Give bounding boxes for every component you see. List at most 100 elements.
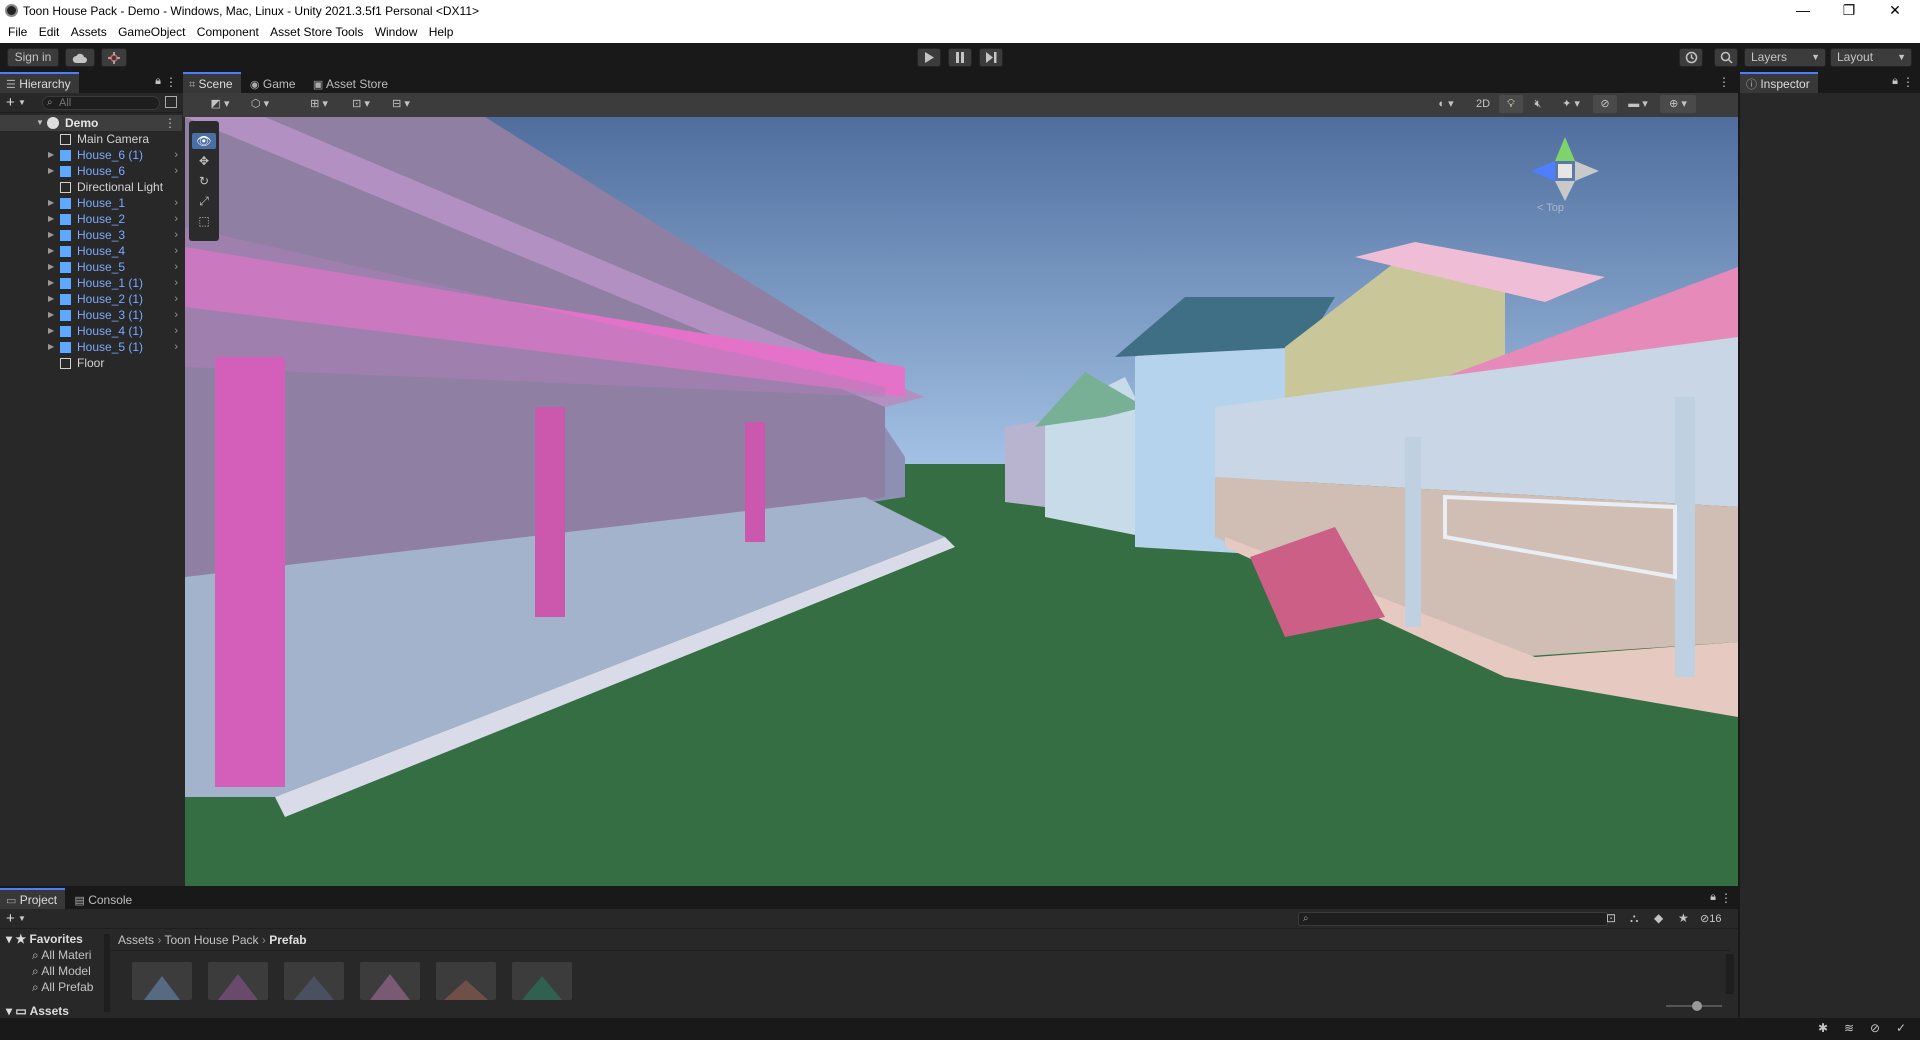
lighting-toggle[interactable]: 💡︎: [1499, 95, 1523, 113]
expand-arrow-icon[interactable]: ▶: [48, 211, 54, 227]
hierarchy-item[interactable]: ▶ House_2 ›: [0, 211, 182, 227]
tab-game[interactable]: ◉ Game: [244, 72, 304, 93]
hidden-packages-toggle[interactable]: ⊘16: [1700, 912, 1721, 925]
menu-help[interactable]: Help: [429, 22, 454, 39]
scene-viewport[interactable]: < Top 👁︎ ✥ ↻ ⤢ ⬚: [185, 117, 1738, 886]
expand-arrow-icon[interactable]: ▶: [48, 195, 54, 211]
menu-asset-store-tools[interactable]: Asset Store Tools: [270, 22, 363, 39]
render-mode-dropdown[interactable]: ⬡ ▾: [243, 95, 277, 113]
hierarchy-item[interactable]: ▶ House_4 ›: [0, 243, 182, 259]
cache-icon[interactable]: ≋: [1844, 1021, 1854, 1035]
tree-scrollbar[interactable]: [104, 934, 110, 1012]
menu-gameobject[interactable]: GameObject: [118, 22, 185, 39]
tab-console[interactable]: ▤ Console: [68, 888, 140, 909]
bug-icon[interactable]: ✱: [1818, 1021, 1828, 1035]
rect-tool-button[interactable]: ⬚: [192, 213, 216, 229]
lock-icon[interactable]: 🔒︎: [155, 75, 161, 88]
gizmo-top-label[interactable]: < Top: [1537, 202, 1564, 214]
lock-icon[interactable]: 🔒︎: [1892, 75, 1898, 88]
effects-dropdown[interactable]: ✦ ▾: [1553, 95, 1589, 113]
hierarchy-item[interactable]: ▶ House_6 (1) ›: [0, 147, 182, 163]
chevron-right-icon[interactable]: ›: [174, 195, 178, 211]
scene-row[interactable]: ▼ Demo ⋮: [0, 115, 182, 131]
check-icon[interactable]: ✓: [1896, 1021, 1906, 1035]
hierarchy-search-input[interactable]: [59, 97, 155, 109]
play-button[interactable]: [917, 48, 941, 67]
move-tool-button[interactable]: ✥: [192, 153, 216, 169]
chevron-right-icon[interactable]: ›: [174, 339, 178, 355]
prefab-thumbnail[interactable]: [512, 962, 572, 1000]
hierarchy-item[interactable]: ▶ House_1 (1) ›: [0, 275, 182, 291]
expand-arrow-icon[interactable]: ▶: [48, 307, 54, 323]
project-search-box[interactable]: ⌕: [1298, 912, 1608, 926]
pause-button[interactable]: [948, 48, 972, 67]
expand-arrow-icon[interactable]: ▼: [36, 115, 44, 131]
hierarchy-item[interactable]: ▶ House_1 ›: [0, 195, 182, 211]
prefab-thumbnail[interactable]: [284, 962, 344, 1000]
lock-icon[interactable]: 🔒︎: [1710, 891, 1716, 904]
tab-asset-store[interactable]: ▣ Asset Store: [307, 72, 396, 93]
minimize-button[interactable]: —: [1780, 0, 1826, 22]
expand-arrow-icon[interactable]: ▶: [48, 339, 54, 355]
add-icon[interactable]: +: [6, 94, 15, 111]
breadcrumb-item[interactable]: Assets: [118, 933, 154, 947]
tab-scene[interactable]: ⌗ Scene: [183, 72, 241, 93]
hierarchy-item[interactable]: ▶ House_3 (1) ›: [0, 307, 182, 323]
close-button[interactable]: ✕: [1872, 0, 1918, 22]
chevron-right-icon[interactable]: ›: [174, 323, 178, 339]
hierarchy-item[interactable]: Main Camera: [0, 131, 182, 147]
breadcrumb-item[interactable]: Toon House Pack: [164, 933, 258, 947]
star-icon[interactable]: ★: [1678, 911, 1689, 925]
search-button[interactable]: [1714, 48, 1738, 67]
assets-header[interactable]: ▾ ▭ Assets: [6, 1004, 69, 1018]
expand-arrow-icon[interactable]: ▶: [48, 291, 54, 307]
hierarchy-item[interactable]: Directional Light: [0, 179, 182, 195]
hierarchy-item[interactable]: Floor: [0, 355, 182, 371]
chevron-right-icon[interactable]: ›: [174, 291, 178, 307]
hierarchy-item[interactable]: ▶ House_5 (1) ›: [0, 339, 182, 355]
audio-toggle[interactable]: 🔇︎: [1526, 95, 1550, 113]
breadcrumb-item[interactable]: Prefab: [269, 933, 306, 947]
camera-dropdown[interactable]: ▬ ▾: [1620, 95, 1656, 113]
more-options-icon[interactable]: ⋮: [1720, 891, 1732, 905]
scale-tool-button[interactable]: ⤢: [192, 193, 216, 209]
tag-icon[interactable]: ◆: [1654, 911, 1663, 925]
more-options-icon[interactable]: ⋮: [1718, 75, 1730, 89]
hierarchy-item[interactable]: ▶ House_6 ›: [0, 163, 182, 179]
add-icon[interactable]: +: [6, 910, 15, 927]
expand-arrow-icon[interactable]: ▶: [48, 323, 54, 339]
chevron-down-icon[interactable]: ▼: [18, 914, 26, 923]
chevron-right-icon[interactable]: ›: [174, 243, 178, 259]
chevron-right-icon[interactable]: ›: [174, 259, 178, 275]
expand-arrow-icon[interactable]: ▶: [48, 259, 54, 275]
sign-in-button[interactable]: Sign in: [7, 48, 59, 67]
chevron-right-icon[interactable]: ›: [174, 227, 178, 243]
search-by-label-icon[interactable]: ⛬: [1630, 911, 1638, 926]
prefab-thumbnail[interactable]: [436, 962, 496, 1000]
more-options-icon[interactable]: ⋮: [164, 115, 176, 131]
favorite-item[interactable]: ⌕ All Materi: [32, 948, 91, 963]
search-by-type-icon[interactable]: ⊡: [1606, 911, 1616, 925]
network-icon[interactable]: ⊘: [1870, 1021, 1880, 1035]
expand-arrow-icon[interactable]: ▶: [48, 275, 54, 291]
rotate-tool-button[interactable]: ↻: [192, 173, 216, 189]
favorite-item[interactable]: ⌕ All Prefab: [32, 980, 93, 995]
hierarchy-search-box[interactable]: ⌕: [42, 96, 160, 110]
expand-arrow-icon[interactable]: ▶: [48, 163, 54, 179]
layers-dropdown[interactable]: Layers ▼: [1744, 48, 1826, 67]
2d-toggle[interactable]: 2D: [1470, 95, 1496, 113]
expand-arrow-icon[interactable]: ▶: [48, 243, 54, 259]
chevron-right-icon[interactable]: ›: [174, 307, 178, 323]
expand-arrow-icon[interactable]: ▶: [48, 147, 54, 163]
scene-visibility-toggle[interactable]: ⊘: [1593, 95, 1617, 113]
chevron-right-icon[interactable]: ›: [174, 211, 178, 227]
menu-window[interactable]: Window: [375, 22, 418, 39]
hierarchy-item[interactable]: ▶ House_2 (1) ›: [0, 291, 182, 307]
draw-mode-dropdown[interactable]: ◩ ▾: [203, 95, 237, 113]
menu-edit[interactable]: Edit: [39, 22, 60, 39]
chevron-right-icon[interactable]: ›: [174, 275, 178, 291]
collab-button[interactable]: [101, 48, 127, 67]
snap-increment-dropdown[interactable]: ⊡ ▾: [343, 95, 379, 113]
slider-handle[interactable]: [1692, 1001, 1702, 1011]
expand-arrow-icon[interactable]: ▶: [48, 227, 54, 243]
